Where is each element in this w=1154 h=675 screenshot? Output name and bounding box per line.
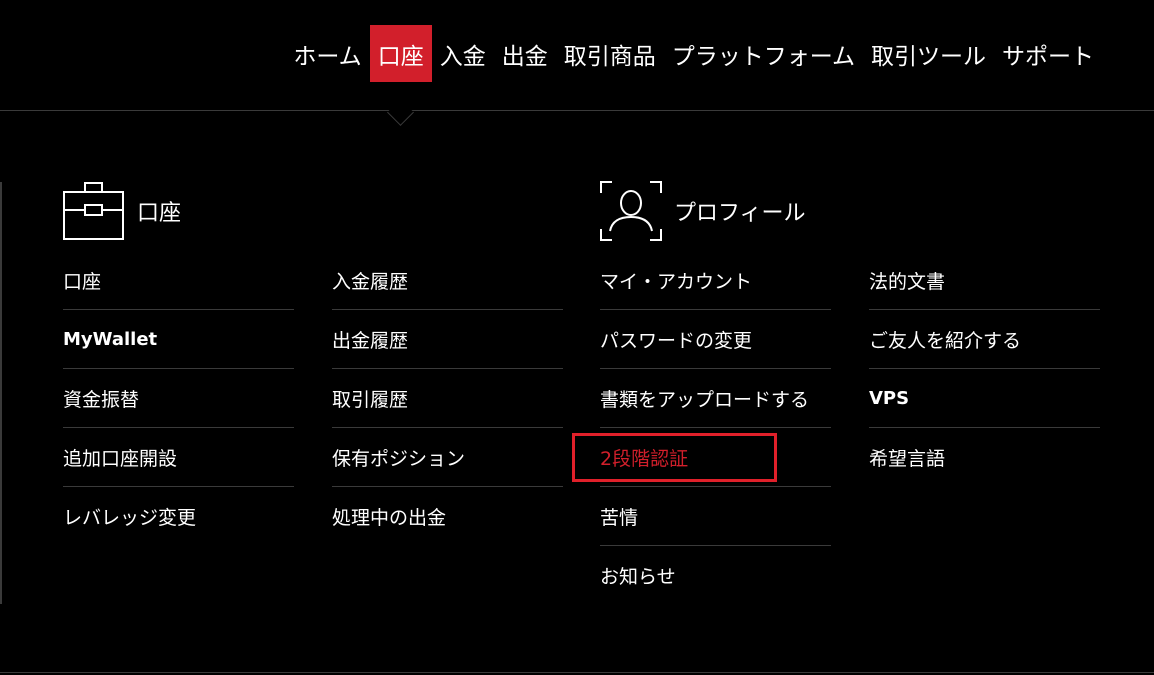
menu-item-vps[interactable]: VPS — [869, 369, 1100, 428]
profile-menu-col3: マイ・アカウント パスワードの変更 書類をアップロードする 2段階認証 苦情 お… — [600, 251, 831, 604]
menu-item-notifications[interactable]: お知らせ — [600, 546, 831, 604]
account-menu-col2: 入金履歴 出金履歴 取引履歴 保有ポジション 処理中の出金 — [332, 251, 563, 545]
account-section-header: 口座 — [63, 180, 181, 242]
nav-item-account[interactable]: 口座 — [369, 25, 432, 82]
menu-item-refer-friend[interactable]: ご友人を紹介する — [869, 310, 1100, 369]
menu-item-account[interactable]: 口座 — [63, 251, 294, 310]
user-profile-icon — [600, 181, 662, 241]
menu-item-change-leverage[interactable]: レバレッジ変更 — [63, 487, 294, 545]
menu-item-legal-documents[interactable]: 法的文書 — [869, 251, 1100, 310]
menu-item-complaints[interactable]: 苦情 — [600, 487, 831, 546]
nav-item-products[interactable]: 取引商品 — [556, 25, 664, 82]
menu-item-deposit-history[interactable]: 入金履歴 — [332, 251, 563, 310]
menu-item-upload-documents[interactable]: 書類をアップロードする — [600, 369, 831, 428]
profile-section-header: プロフィール — [600, 181, 806, 241]
nav-list: ホーム 口座 入金 出金 取引商品 プラットフォーム 取引ツール サポート — [285, 25, 1102, 82]
briefcase-icon — [63, 180, 125, 242]
highlight-box — [572, 433, 777, 482]
profile-menu-col4: 法的文書 ご友人を紹介する VPS 希望言語 — [869, 251, 1100, 486]
menu-item-trade-history[interactable]: 取引履歴 — [332, 369, 563, 428]
nav-item-withdraw[interactable]: 出金 — [494, 25, 556, 82]
nav-item-tools[interactable]: 取引ツール — [863, 25, 994, 82]
menu-item-open-positions[interactable]: 保有ポジション — [332, 428, 563, 487]
menu-item-fund-transfer[interactable]: 資金振替 — [63, 369, 294, 428]
nav-item-deposit[interactable]: 入金 — [432, 25, 494, 82]
menu-item-pending-withdrawals[interactable]: 処理中の出金 — [332, 487, 563, 545]
menu-item-preferred-language[interactable]: 希望言語 — [869, 428, 1100, 486]
account-section-title: 口座 — [137, 201, 182, 226]
bottom-divider — [0, 672, 1154, 673]
nav-item-platform[interactable]: プラットフォーム — [664, 25, 863, 82]
menu-item-mywallet[interactable]: MyWallet — [63, 310, 294, 369]
nav-item-support[interactable]: サポート — [994, 25, 1102, 82]
profile-section-title: プロフィール — [674, 201, 806, 226]
top-navigation: ホーム 口座 入金 出金 取引商品 プラットフォーム 取引ツール サポート — [0, 0, 1154, 111]
menu-item-my-account[interactable]: マイ・アカウント — [600, 251, 831, 310]
menu-item-open-additional-account[interactable]: 追加口座開設 — [63, 428, 294, 487]
menu-item-withdrawal-history[interactable]: 出金履歴 — [332, 310, 563, 369]
divider — [0, 182, 2, 604]
account-menu-col1: 口座 MyWallet 資金振替 追加口座開設 レバレッジ変更 — [63, 251, 294, 545]
nav-item-home[interactable]: ホーム — [285, 25, 369, 82]
menu-item-change-password[interactable]: パスワードの変更 — [600, 310, 831, 369]
